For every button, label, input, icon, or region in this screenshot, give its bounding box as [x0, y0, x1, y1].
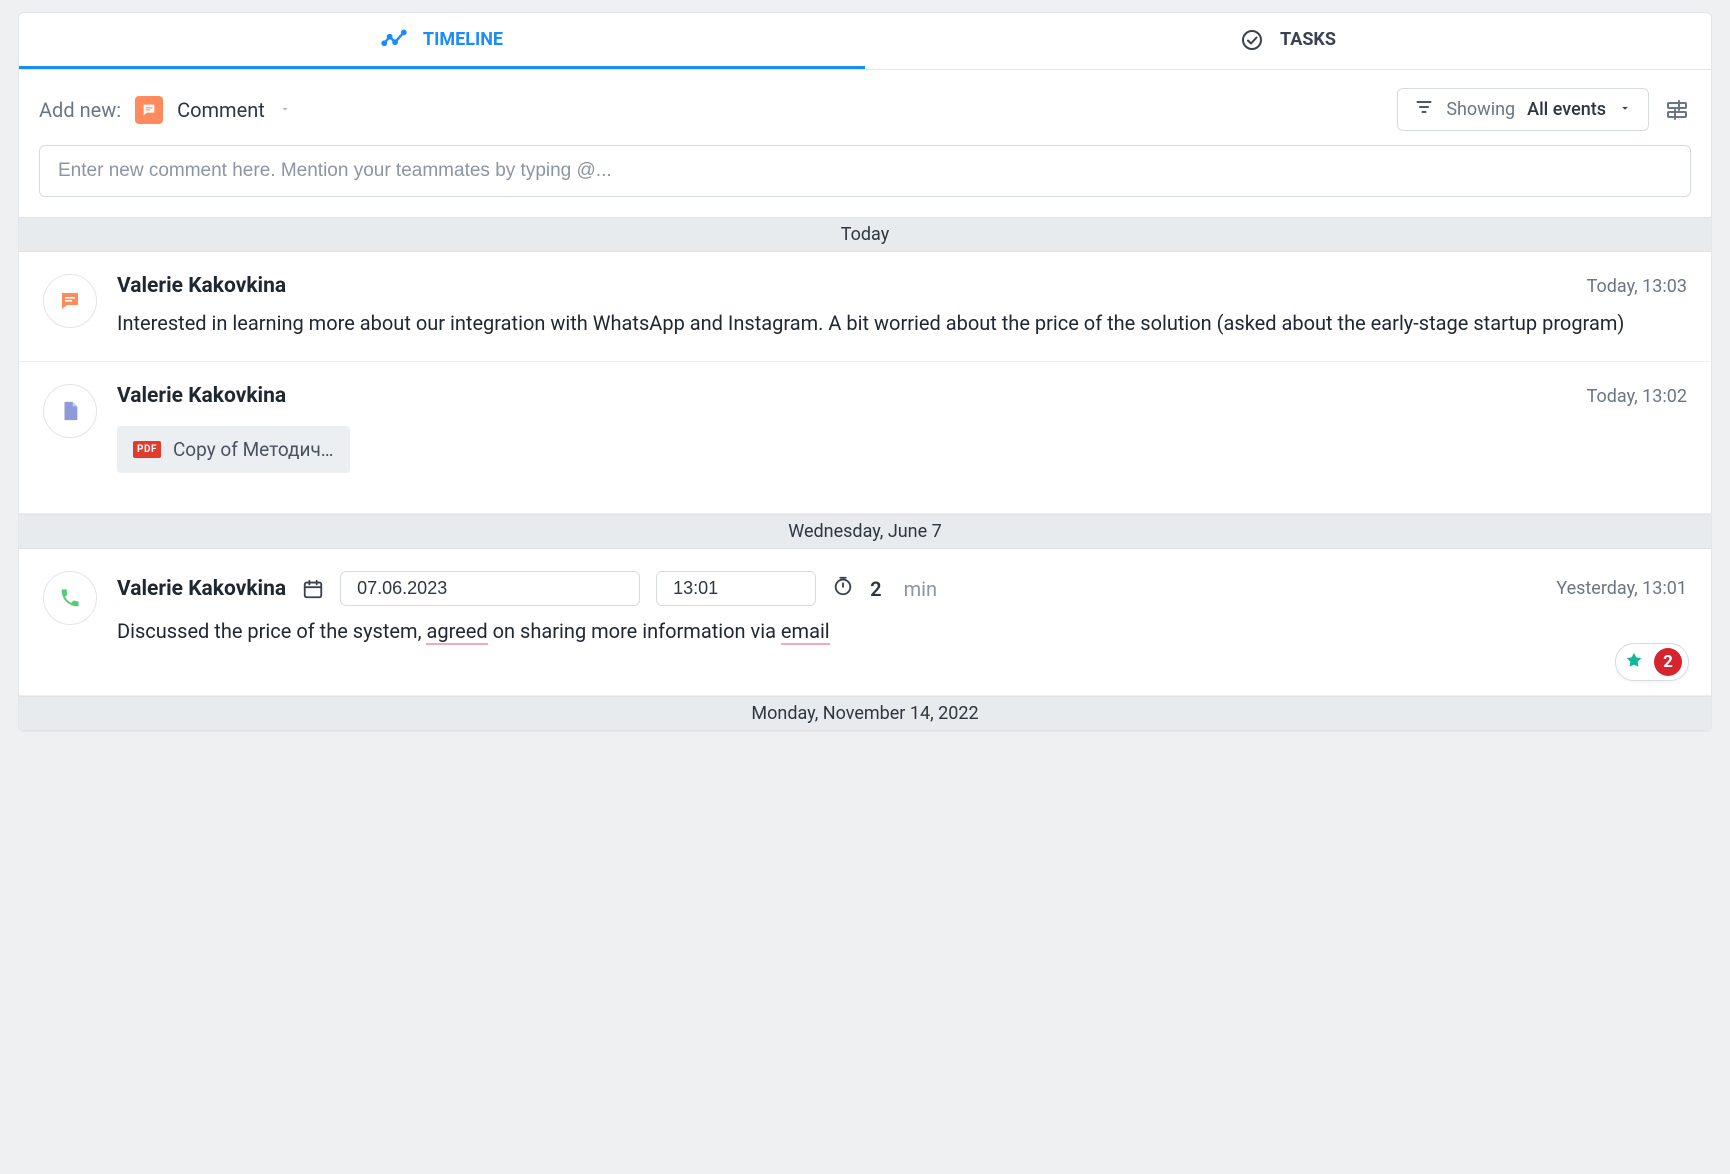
suggestions-badge[interactable]: 2	[1615, 643, 1689, 681]
entry-author: Valerie Kakovkina	[117, 274, 286, 298]
tab-timeline[interactable]: TIMELINE	[19, 13, 865, 69]
comment-entry-icon	[43, 274, 97, 328]
chevron-down-icon	[279, 99, 291, 120]
call-date-input[interactable]	[340, 571, 640, 606]
entry-timestamp: Yesterday, 13:01	[1556, 578, 1687, 599]
file-entry-icon	[43, 384, 97, 438]
tab-tasks[interactable]: TASKS	[865, 13, 1711, 69]
call-duration-value: 2	[870, 577, 881, 601]
suggestions-count: 2	[1654, 648, 1682, 676]
filter-prefix: Showing	[1446, 99, 1515, 120]
lightbulb-icon	[1622, 650, 1646, 674]
entry-text: Discussed the price of the system, agree…	[117, 616, 1687, 647]
call-time-input[interactable]	[656, 571, 816, 606]
entry-author: Valerie Kakovkina	[117, 384, 286, 408]
pdf-icon: PDF	[133, 441, 161, 458]
date-divider-today: Today	[19, 217, 1711, 252]
timeline-entry: Valerie Kakovkina Today, 13:03 Intereste…	[19, 252, 1711, 362]
entry-timestamp: Today, 13:02	[1587, 386, 1687, 407]
comment-icon	[135, 96, 163, 124]
comment-input[interactable]	[39, 145, 1691, 197]
timeline-entry: Valerie Kakovkina Today, 13:02 PDF Copy …	[19, 362, 1711, 514]
timeline-entry: Valerie Kakovkina	[19, 549, 1711, 696]
timeline-settings-button[interactable]	[1663, 96, 1691, 124]
date-divider-wed: Wednesday, June 7	[19, 514, 1711, 549]
stopwatch-icon	[832, 575, 854, 602]
underlined-word: agreed	[426, 619, 487, 645]
underlined-word: email	[781, 619, 830, 645]
entry-type-selector[interactable]: Comment	[135, 96, 291, 124]
filter-icon	[1414, 97, 1434, 122]
attachment-name: Copy of Методич…	[173, 438, 334, 461]
filter-value: All events	[1527, 99, 1606, 120]
calendar-icon[interactable]	[302, 578, 324, 600]
tabs-bar: TIMELINE TASKS	[19, 13, 1711, 70]
tasks-icon	[1240, 28, 1264, 52]
entry-timestamp: Today, 13:03	[1587, 276, 1687, 297]
attachment-chip[interactable]: PDF Copy of Методич…	[117, 426, 350, 473]
call-entry-icon	[43, 571, 97, 625]
timeline-panel: TIMELINE TASKS Add new: Comment	[18, 12, 1712, 732]
events-filter[interactable]: Showing All events	[1397, 88, 1649, 131]
comment-input-wrap	[19, 145, 1711, 217]
date-divider-mon: Monday, November 14, 2022	[19, 696, 1711, 731]
tab-timeline-label: TIMELINE	[423, 29, 503, 50]
tab-tasks-label: TASKS	[1280, 29, 1336, 50]
timeline-icon	[381, 27, 407, 53]
add-new-label: Add new:	[39, 98, 121, 122]
chevron-down-icon	[1618, 99, 1632, 120]
entry-author: Valerie Kakovkina	[117, 577, 286, 601]
entry-text: Interested in learning more about our in…	[117, 308, 1687, 339]
call-duration-unit: min	[904, 577, 937, 601]
add-new-row: Add new: Comment	[19, 70, 1711, 145]
entry-type-label: Comment	[177, 98, 265, 122]
